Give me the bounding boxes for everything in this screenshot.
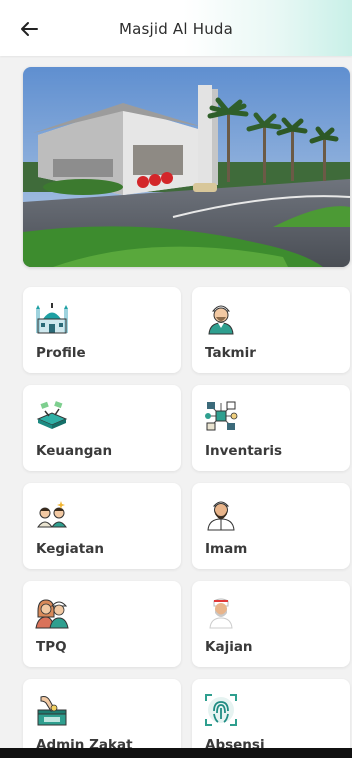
menu-item-label: Keuangan bbox=[36, 443, 113, 459]
menu-item-label: TPQ bbox=[36, 639, 67, 655]
menu-item-imam[interactable]: Imam bbox=[192, 483, 350, 569]
imam-person-icon bbox=[207, 501, 235, 531]
fingerprint-icon bbox=[205, 694, 237, 726]
menu-item-takmir[interactable]: Takmir bbox=[192, 287, 350, 373]
mosque-icon bbox=[36, 303, 68, 334]
tpq-children-icon bbox=[35, 599, 69, 629]
menu-item-label: Profile bbox=[36, 345, 86, 361]
menu-item-label: Kegiatan bbox=[36, 541, 104, 557]
system-navigation-bar bbox=[0, 748, 352, 758]
menu-item-label: Imam bbox=[205, 541, 248, 557]
kajian-person-icon bbox=[209, 598, 233, 629]
menu-item-label: Takmir bbox=[205, 345, 256, 361]
menu-item-admin-zakat[interactable]: Admin Zakat bbox=[23, 679, 181, 758]
menu-item-tpq[interactable]: TPQ bbox=[23, 581, 181, 667]
menu-item-profile[interactable]: Profile bbox=[23, 287, 181, 373]
menu-item-keuangan[interactable]: Keuangan bbox=[23, 385, 181, 471]
menu-item-inventaris[interactable]: Inventaris bbox=[192, 385, 350, 471]
finance-icon bbox=[36, 401, 68, 429]
zakat-box-icon bbox=[37, 696, 67, 726]
menu-item-kegiatan[interactable]: Kegiatan bbox=[23, 483, 181, 569]
menu-item-kajian[interactable]: Kajian bbox=[192, 581, 350, 667]
takmir-person-icon bbox=[208, 305, 234, 335]
menu-item-label: Kajian bbox=[205, 639, 253, 655]
menu-grid: Profile Takmir Keuangan Inventaris Kegia… bbox=[0, 0, 352, 758]
inventory-network-icon bbox=[205, 401, 238, 431]
activity-people-icon bbox=[37, 501, 67, 528]
menu-item-absensi[interactable]: Absensi bbox=[192, 679, 350, 758]
menu-item-label: Inventaris bbox=[205, 443, 283, 459]
